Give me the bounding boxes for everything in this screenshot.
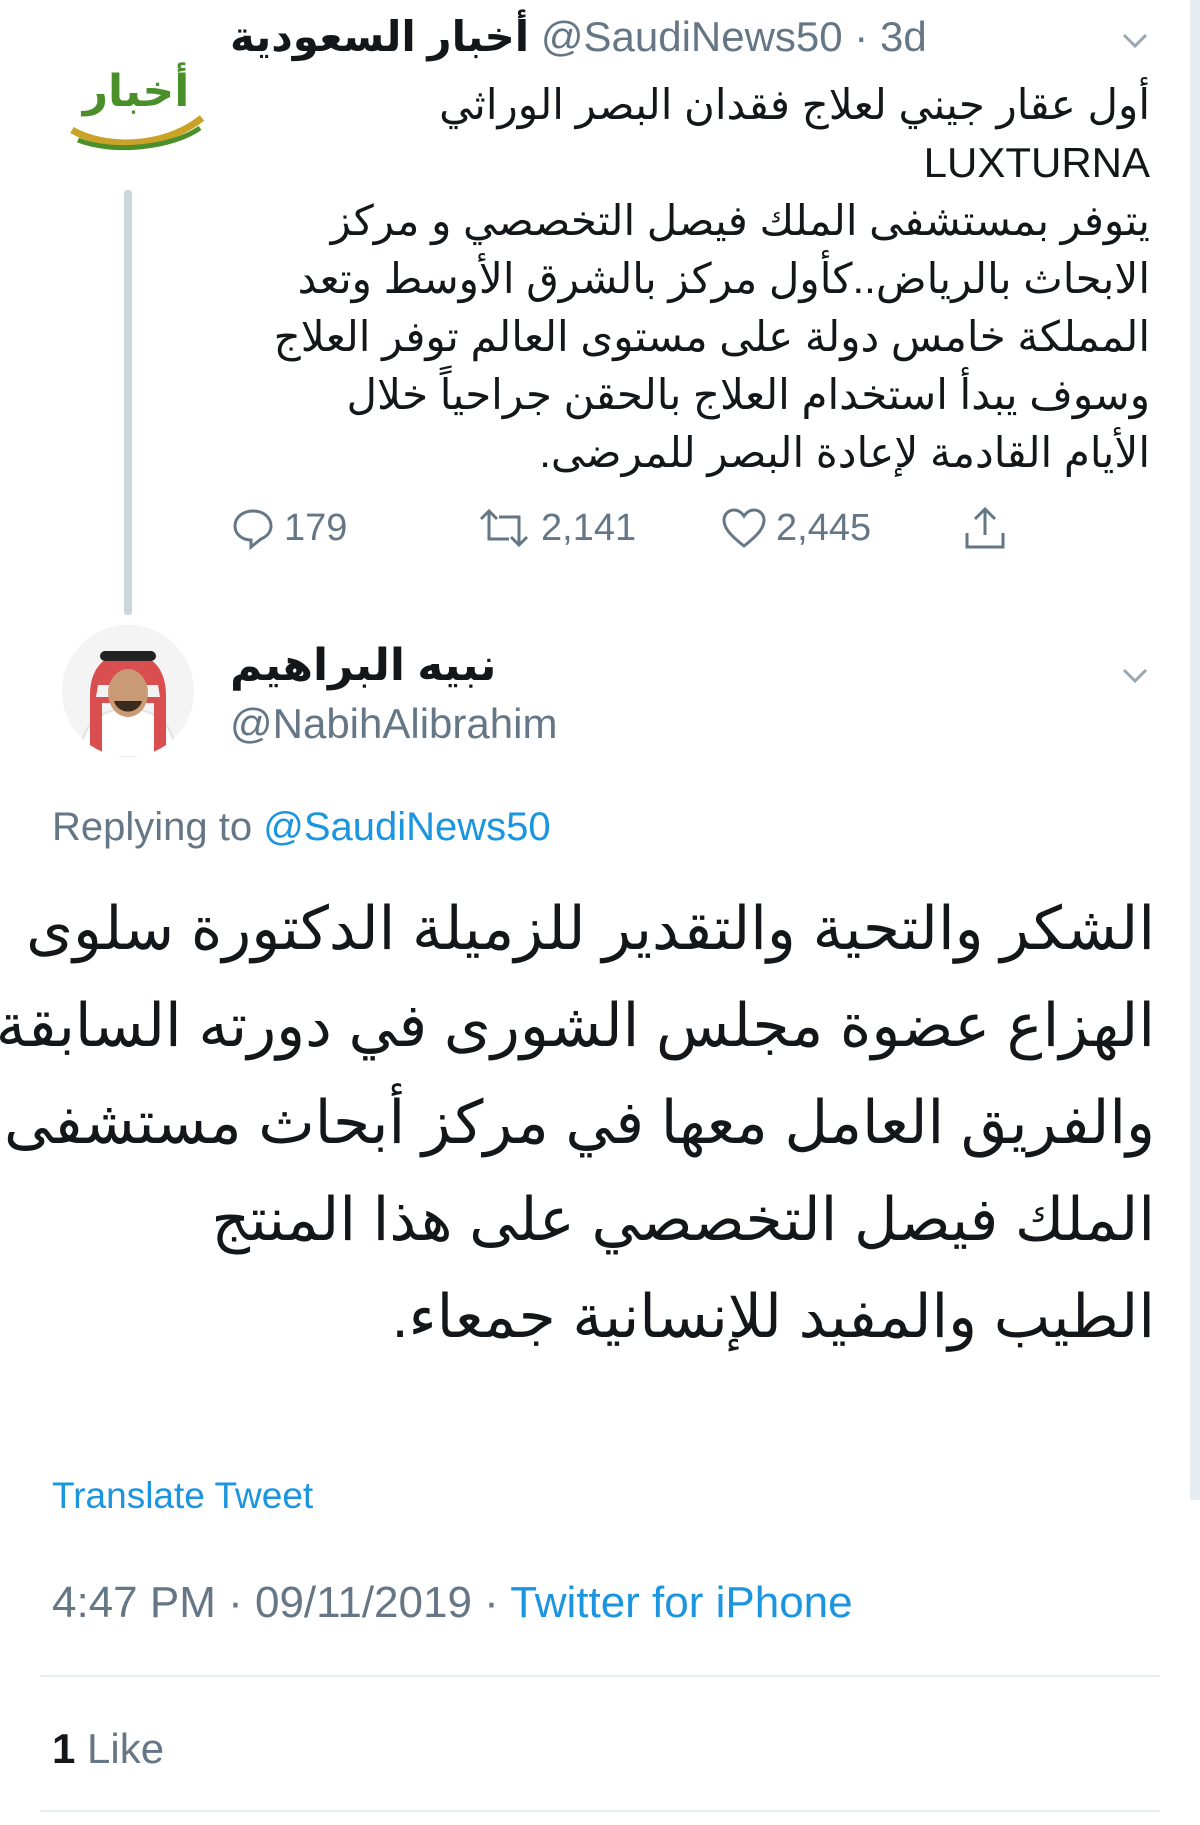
reply-icon xyxy=(233,509,273,551)
tweet1-line: أول عقار جيني لعلاج فقدان البصر الوراثي xyxy=(439,81,1150,128)
tweet2-display-name[interactable]: نبيه البراهيم xyxy=(230,640,496,691)
like-button[interactable]: 2,445 xyxy=(720,498,871,558)
tweet2-handle[interactable]: @NabihAlibrahim xyxy=(230,700,557,748)
tweet-time: 4:47 PM xyxy=(52,1578,216,1627)
tweet1-line: المملكة خامس دولة على مستوى العالم توفر … xyxy=(273,313,1150,360)
tweet2-line: والفريق العامل معها في مركز أبحاث مستشفى xyxy=(3,1089,1155,1156)
meta-separator: · xyxy=(215,1578,255,1627)
translate-tweet-link[interactable]: Translate Tweet xyxy=(52,1475,313,1517)
replying-to: Replying to @SaudiNews50 xyxy=(52,805,551,850)
divider xyxy=(40,1810,1160,1812)
tweet1-text: أول عقار جيني لعلاج فقدان البصر الوراثي … xyxy=(230,76,1150,482)
tweet1-separator: · xyxy=(842,13,880,60)
like-icon xyxy=(722,508,766,548)
tweet2-line: الطيب والمفيد للإنسانية جمعاء. xyxy=(391,1283,1155,1350)
avatar[interactable] xyxy=(62,625,194,757)
tweet1-line: الأيام القادمة لإعادة البصر للمرضى. xyxy=(539,429,1150,476)
tweet1-line: وسوف يبدأ استخدام العلاج بالحقن جراحياً … xyxy=(346,371,1150,418)
thread-connector-line xyxy=(124,190,132,615)
likes-count: 1 xyxy=(52,1725,76,1772)
tweet1-header: أخبار السعودية @SaudiNews50 · 3d xyxy=(230,12,1175,72)
tweet1-display-name[interactable]: أخبار السعودية xyxy=(230,13,529,60)
avatar-image xyxy=(62,625,194,757)
retweet-count: 2,141 xyxy=(541,506,637,549)
tweet1-line: LUXTURNA xyxy=(923,139,1150,186)
tweet1-line: يتوفر بمستشفى الملك فيصل التخصصي و مركز xyxy=(330,197,1150,244)
tweet1-time[interactable]: 3d xyxy=(880,13,927,60)
logo-graphic: أخبار xyxy=(70,62,205,151)
logo-text: أخبار xyxy=(81,62,190,117)
likes-summary[interactable]: 1 Like xyxy=(52,1725,164,1773)
chevron-down-icon[interactable] xyxy=(1120,660,1150,690)
reply-count: 179 xyxy=(284,506,348,549)
divider xyxy=(40,1675,1160,1677)
scroll-edge xyxy=(1190,0,1200,1500)
share-button[interactable] xyxy=(960,498,1018,558)
saudinews-logo[interactable]: أخبار xyxy=(62,48,210,158)
tweet-date: 09/11/2019 xyxy=(254,1578,472,1627)
tweet1-handle[interactable]: @SaudiNews50 xyxy=(541,13,843,60)
tweet2-line: الملك فيصل التخصصي على هذا المنتج xyxy=(211,1186,1155,1253)
replying-label: Replying to xyxy=(52,805,253,849)
tweet2-text: الشكر والتحية والتقدير للزميلة الدكتورة … xyxy=(0,880,1155,1365)
tweet1-actions: 179 2,141 2,445 xyxy=(230,498,1030,558)
share-icon xyxy=(965,506,1005,549)
chevron-down-icon[interactable] xyxy=(1120,25,1150,55)
retweet-button[interactable]: 2,141 xyxy=(475,498,636,558)
tweet1-line: الابحاث بالرياض..كأول مركز بالشرق الأوسط… xyxy=(297,255,1150,302)
retweet-icon xyxy=(479,508,529,548)
meta-separator: · xyxy=(471,1578,511,1627)
tweet-meta: 4:47 PM · 09/11/2019 · Twitter for iPhon… xyxy=(52,1578,853,1628)
tweet2-line: الهزاع عضوة مجلس الشورى في دورته السابقة xyxy=(0,992,1155,1059)
tweet2-line: الشكر والتحية والتقدير للزميلة الدكتورة … xyxy=(26,895,1155,962)
likes-label: Like xyxy=(87,1725,165,1772)
reply-button[interactable]: 179 xyxy=(230,498,347,558)
tweet-source-link[interactable]: Twitter for iPhone xyxy=(510,1578,852,1627)
like-count: 2,445 xyxy=(776,506,872,549)
replying-to-link[interactable]: @SaudiNews50 xyxy=(263,805,550,849)
